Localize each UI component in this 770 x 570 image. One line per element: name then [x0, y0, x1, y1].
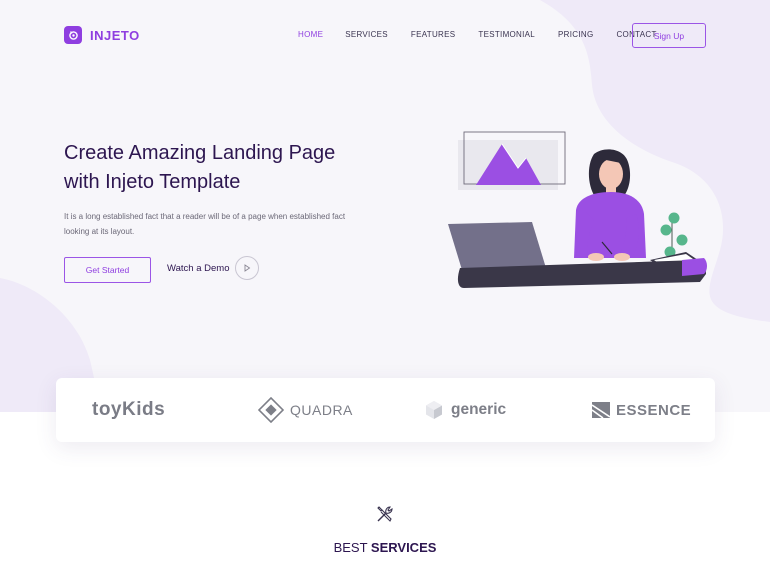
- nav-item-services[interactable]: SERVICES: [345, 30, 388, 39]
- hero-illustration: [448, 131, 707, 288]
- brand-logo[interactable]: INJETO: [64, 26, 140, 44]
- brand-logo-essence: ESSENCE: [592, 398, 691, 422]
- nav-item-testimonial[interactable]: TESTIMONIAL: [478, 30, 535, 39]
- brand-logos-strip: toyKids QUADRA generic ESSENCE: [56, 378, 715, 442]
- brand-logo-generic: generic: [423, 398, 506, 422]
- essence-icon: [592, 402, 610, 418]
- brand-name: INJETO: [90, 27, 140, 43]
- brand-logo-quadra: QUADRA: [258, 397, 353, 423]
- hero-title-line1: Create Amazing Landing Page: [64, 142, 336, 164]
- signup-button[interactable]: Sign Up: [632, 23, 706, 48]
- nav-item-pricing[interactable]: PRICING: [558, 30, 593, 39]
- services-heading-bold: SERVICES: [370, 540, 437, 555]
- tools-icon: [377, 506, 393, 522]
- brand-logo-generic-text: generic: [451, 401, 507, 418]
- brand-logo-toykids: toyKids: [92, 398, 165, 422]
- hero-title: Create Amazing Landing Page with Injeto …: [64, 139, 384, 197]
- nav-item-features[interactable]: FEATURES: [411, 30, 455, 39]
- quadra-icon: [258, 397, 284, 423]
- logo-icon: [64, 26, 82, 44]
- services-heading-light: BEST: [333, 540, 371, 555]
- services-heading: BEST SERVICES: [0, 540, 770, 555]
- brand-logo-toykids-text: toyKids: [92, 399, 166, 420]
- main-nav: HOME SERVICES FEATURES TESTIMONIAL PRICI…: [298, 30, 657, 39]
- get-started-button[interactable]: Get Started: [64, 257, 151, 283]
- nav-item-home[interactable]: HOME: [298, 30, 323, 39]
- hero-title-line2: with Injeto Template: [64, 171, 241, 193]
- generic-icon: [426, 401, 442, 419]
- hero-description: It is a long established fact that a rea…: [64, 212, 346, 236]
- watch-demo-link[interactable]: Watch a Demo: [167, 256, 260, 280]
- brand-logo-essence-text: ESSENCE: [616, 401, 692, 419]
- watch-demo-label: Watch a Demo: [167, 262, 230, 274]
- brand-logo-quadra-text: QUADRA: [290, 402, 353, 418]
- play-icon[interactable]: [235, 256, 260, 280]
- site-header: INJETO HOME SERVICES FEATURES TESTIMONIA…: [0, 0, 770, 72]
